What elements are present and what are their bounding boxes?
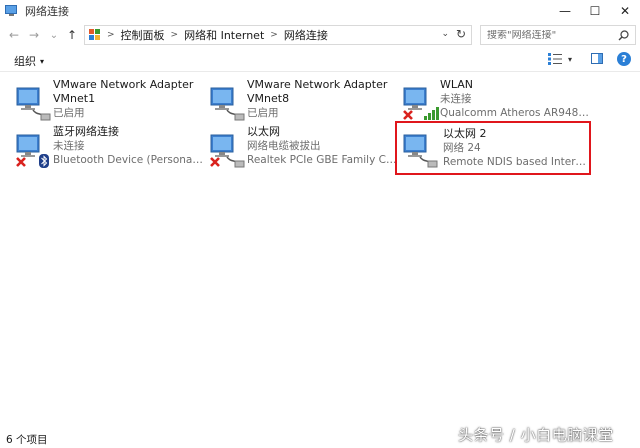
connection-name-cont: VMnet1 [53, 92, 96, 105]
view-options-caret-icon[interactable]: ▾ [568, 55, 572, 64]
breadcrumb-network-internet[interactable]: 网络和 Internet [184, 27, 264, 43]
watermark: 头条号 / 小白电脑课堂 [458, 426, 614, 444]
search-input[interactable] [487, 29, 617, 41]
minimize-button[interactable]: — [550, 0, 580, 22]
window-controls: — ☐ ✕ [550, 0, 640, 22]
network-connections-icon [5, 5, 19, 17]
search-icon[interactable] [618, 30, 629, 41]
connection-name: 以太网 [247, 125, 280, 138]
connection-status: 已启用 [247, 107, 279, 119]
network-adapter-icon [16, 87, 51, 121]
ethernet-adapter-icon [210, 134, 245, 168]
command-bar: 组织 ▾ ▾ ? [0, 48, 640, 72]
connections-view: VMware Network Adapter VMnet1 已启用 VMware… [0, 72, 640, 428]
connection-name: 蓝牙网络连接 [53, 125, 119, 138]
connection-status: 网络 24 [443, 142, 481, 154]
close-button[interactable]: ✕ [610, 0, 640, 22]
connection-device: Realtek PCIe GBE Family Contr... [247, 154, 399, 166]
connection-vmnet1[interactable]: VMware Network Adapter VMnet1 已启用 [13, 78, 209, 122]
search-box[interactable] [480, 25, 636, 45]
organize-label: 组织 [14, 55, 36, 68]
connection-status: 网络电缆被拔出 [247, 140, 321, 152]
connection-wlan[interactable]: WLAN 未连接 Qualcomm Atheros AR9485WB-... [400, 78, 596, 122]
ethernet-adapter-icon [403, 134, 438, 168]
connection-name: VMware Network Adapter [53, 78, 194, 91]
organize-caret-icon: ▾ [40, 56, 45, 66]
breadcrumb-separator: > [170, 30, 179, 40]
connection-name-cont: VMnet8 [247, 92, 290, 105]
up-button[interactable]: ↑ [64, 26, 80, 44]
connection-bluetooth[interactable]: 蓝牙网络连接 未连接 Bluetooth Device (Personal Ar… [13, 125, 209, 169]
window-title: 网络连接 [25, 5, 69, 18]
network-adapter-icon [210, 87, 245, 121]
control-panel-icon [89, 29, 101, 41]
title-bar: 网络连接 — ☐ ✕ [0, 0, 640, 22]
back-button[interactable]: ← [6, 26, 22, 44]
breadcrumb-network-connections[interactable]: 网络连接 [284, 27, 328, 43]
connection-name: VMware Network Adapter [247, 78, 388, 91]
breadcrumb-separator: > [270, 30, 278, 40]
refresh-button[interactable]: ↻ [456, 27, 466, 41]
connection-vmnet8[interactable]: VMware Network Adapter VMnet8 已启用 [207, 78, 403, 122]
preview-pane-icon[interactable] [591, 53, 603, 64]
organize-button[interactable]: 组织 ▾ [14, 53, 44, 69]
connection-name: WLAN [440, 78, 474, 91]
address-dropdown-button[interactable]: ⌄ [441, 29, 449, 39]
connection-device: Bluetooth Device (Personal Ar... [53, 154, 205, 166]
forward-button[interactable]: → [26, 26, 42, 44]
bluetooth-adapter-icon [16, 134, 49, 168]
breadcrumb-control-panel[interactable]: 控制面板 [121, 27, 165, 43]
wireless-adapter-icon [403, 87, 439, 120]
connection-ethernet-2[interactable]: 以太网 2 网络 24 Remote NDIS based Internet .… [395, 121, 591, 175]
item-count: 6 个项目 [6, 434, 48, 446]
connection-status: 未连接 [53, 140, 85, 152]
connection-status: 已启用 [53, 107, 85, 119]
connection-device: Qualcomm Atheros AR9485WB-... [440, 107, 592, 119]
connection-device: Remote NDIS based Internet ... [443, 156, 587, 168]
change-view-icon[interactable] [548, 53, 562, 65]
connection-ethernet[interactable]: 以太网 网络电缆被拔出 Realtek PCIe GBE Family Cont… [207, 125, 403, 169]
breadcrumb-separator: > [107, 30, 115, 40]
connection-status: 未连接 [440, 93, 472, 105]
recent-locations-button[interactable]: ⌄ [46, 26, 62, 44]
path-box[interactable]: > 控制面板 > 网络和 Internet > 网络连接 ⌄ ↻ [84, 25, 472, 45]
address-bar: ← → ⌄ ↑ > 控制面板 > 网络和 Internet > 网络连接 ⌄ ↻ [0, 22, 640, 48]
connection-name: 以太网 2 [443, 127, 487, 140]
maximize-button[interactable]: ☐ [580, 0, 610, 22]
help-icon[interactable]: ? [617, 52, 631, 66]
